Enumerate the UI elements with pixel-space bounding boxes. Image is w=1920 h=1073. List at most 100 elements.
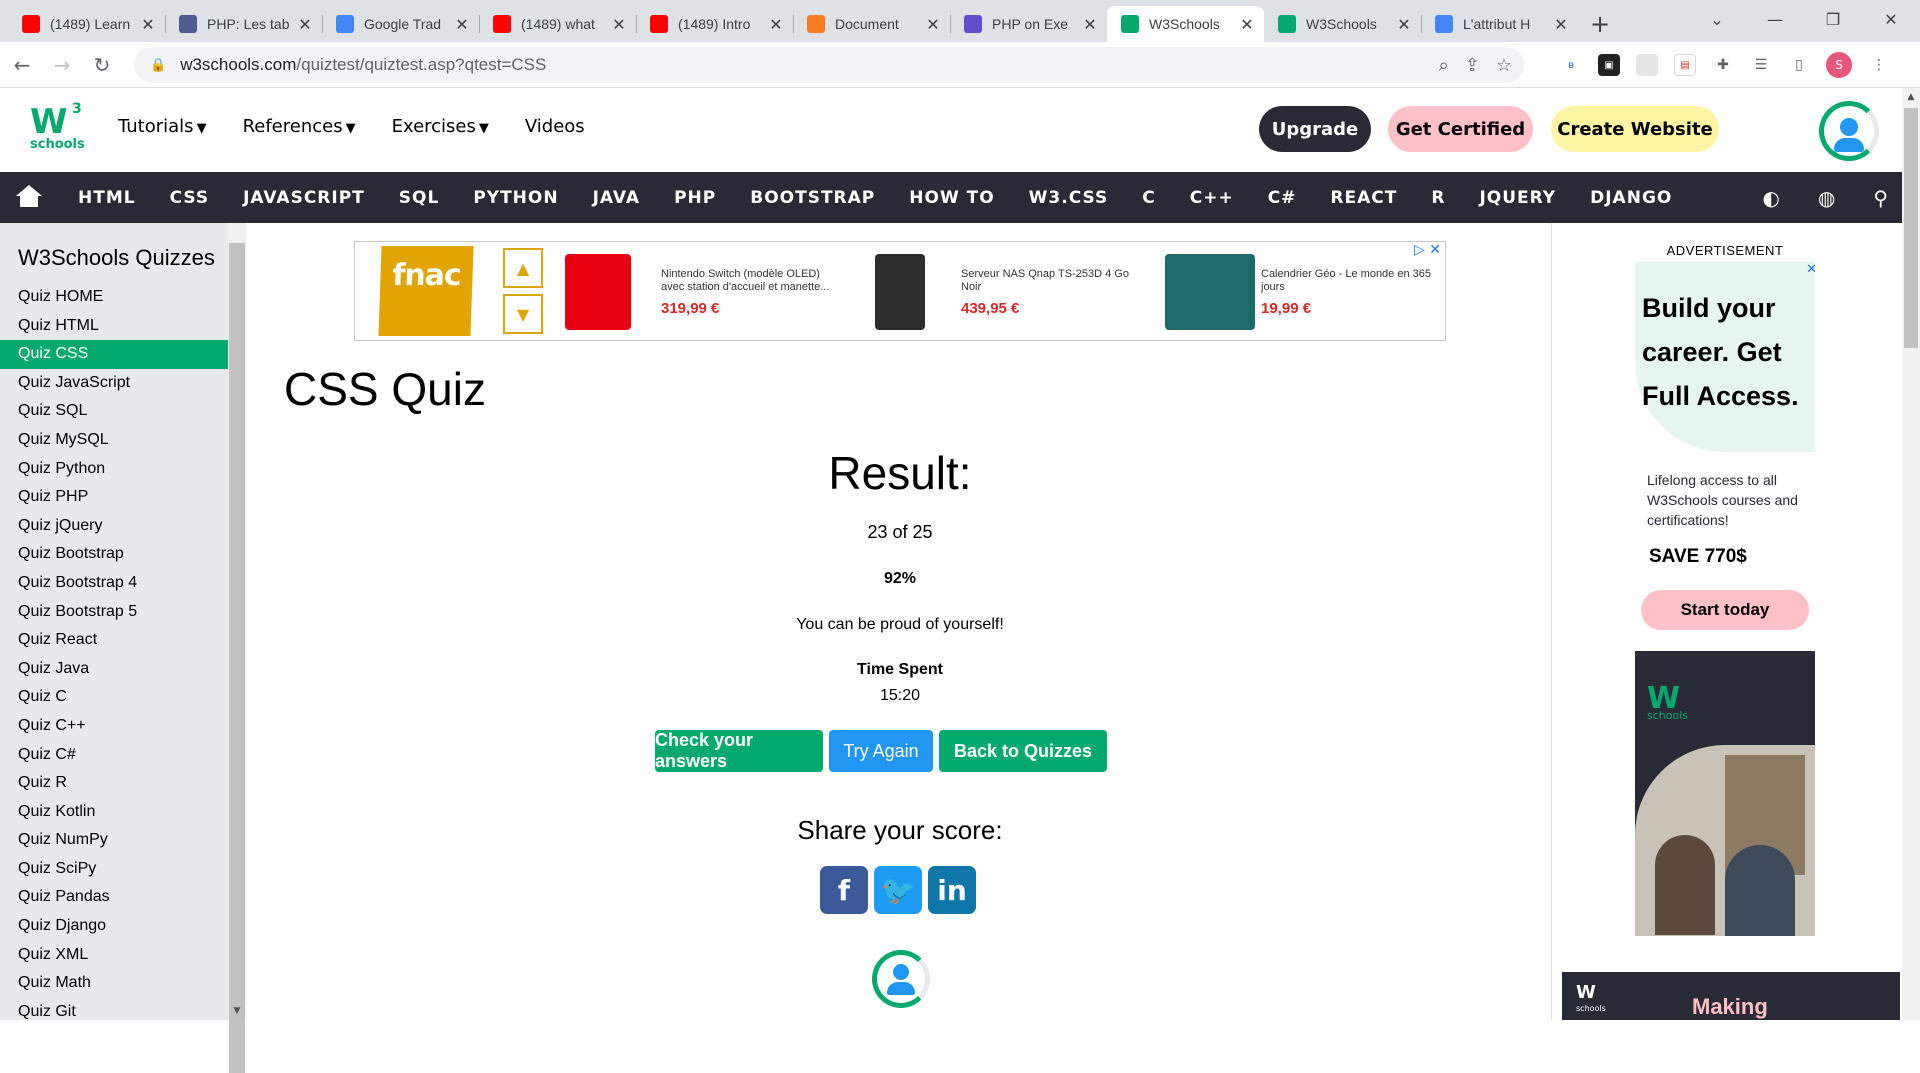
nav-item-python[interactable]: PYTHON — [456, 188, 575, 208]
sidebar-item-quiz-xml[interactable]: Quiz XML — [0, 941, 228, 970]
ad-product[interactable]: Serveur NAS Qnap TS-253D 4 Go Noir 439,9… — [865, 250, 1145, 334]
browser-tab[interactable]: PHP on Exe ✕ — [950, 6, 1107, 42]
extension-b-icon[interactable]: ʙ — [1560, 54, 1582, 76]
sidebar-item-quiz-django[interactable]: Quiz Django — [0, 912, 228, 941]
sidebar-item-quiz-html[interactable]: Quiz HTML — [0, 312, 228, 341]
url-text[interactable]: w3schools.com/quiztest/quiztest.asp?qtes… — [180, 55, 546, 75]
close-tab-icon[interactable]: ✕ — [1081, 15, 1099, 34]
nav-item-how-to[interactable]: HOW TO — [892, 188, 1011, 208]
menu-tutorials[interactable]: Tutorials ▼ — [118, 116, 207, 137]
sidebar-item-quiz-mysql[interactable]: Quiz MySQL — [0, 426, 228, 455]
nav-item-django[interactable]: DJANGO — [1573, 188, 1689, 208]
nav-item-javascript[interactable]: JAVASCRIPT — [226, 188, 382, 208]
nav-item-html[interactable]: HTML — [61, 188, 153, 208]
start-today-button[interactable]: Start today — [1641, 590, 1809, 630]
home-icon[interactable] — [16, 185, 42, 209]
bottom-promo-ad[interactable]: W schools Making — [1562, 972, 1900, 1020]
nav-item-sql[interactable]: SQL — [382, 188, 457, 208]
sidebar-item-quiz-c-[interactable]: Quiz C++ — [0, 712, 228, 741]
sidebar-item-quiz-math[interactable]: Quiz Math — [0, 969, 228, 998]
close-tab-icon[interactable]: ✕ — [924, 15, 942, 34]
browser-tab[interactable]: Google Trad ✕ — [322, 6, 479, 42]
browser-tab[interactable]: Document ✕ — [793, 6, 950, 42]
close-tab-icon[interactable]: ✕ — [296, 15, 314, 34]
nav-item-jquery[interactable]: JQUERY — [1462, 188, 1573, 208]
sidebar-item-quiz-kotlin[interactable]: Quiz Kotlin — [0, 798, 228, 827]
sidebar-item-quiz-react[interactable]: Quiz React — [0, 626, 228, 655]
check-answers-button[interactable]: Check your answers — [655, 730, 823, 772]
back-to-quizzes-button[interactable]: Back to Quizzes — [939, 730, 1107, 772]
adchoices-close-icon[interactable]: ▷ ✕ — [1414, 242, 1441, 258]
page-scrollbar[interactable]: ▲ — [1902, 88, 1920, 1020]
upgrade-button[interactable]: Upgrade — [1259, 106, 1371, 152]
browser-tab[interactable]: W3Schools ✕ — [1264, 6, 1421, 42]
user-account-icon[interactable] — [872, 950, 930, 1008]
facebook-icon[interactable]: f — [820, 866, 868, 914]
w3schools-logo[interactable]: W3 schools — [30, 101, 86, 157]
sidebar-item-quiz-java[interactable]: Quiz Java — [0, 655, 228, 684]
close-tab-icon[interactable]: ✕ — [1238, 15, 1256, 34]
nav-item-react[interactable]: REACT — [1313, 188, 1414, 208]
scroll-up-arrow-icon[interactable]: ▲ — [1902, 92, 1920, 102]
share-icon[interactable]: ⇪ — [1465, 55, 1480, 76]
sidebar-item-quiz-css[interactable]: Quiz CSS — [0, 340, 228, 369]
scroll-down-arrow-icon[interactable]: ▼ — [228, 1006, 246, 1016]
ad-product[interactable]: Nintendo Switch (modèle OLED) avec stati… — [565, 250, 845, 334]
reload-icon[interactable]: ↻ — [84, 47, 120, 83]
nav-item-php[interactable]: PHP — [657, 188, 733, 208]
nav-item-c-[interactable]: C# — [1251, 188, 1314, 208]
nav-item-c-[interactable]: C++ — [1173, 188, 1251, 208]
create-website-button[interactable]: Create Website — [1551, 106, 1719, 152]
sidebar-item-quiz-jquery[interactable]: Quiz jQuery — [0, 512, 228, 541]
reading-list-icon[interactable]: ☰ — [1750, 54, 1772, 76]
search-icon[interactable]: ⚲ — [1873, 186, 1888, 210]
close-tab-icon[interactable]: ✕ — [610, 15, 628, 34]
close-tab-icon[interactable]: ✕ — [1552, 15, 1570, 34]
sidebar-item-quiz-javascript[interactable]: Quiz JavaScript — [0, 369, 228, 398]
tab-search-icon[interactable]: ⌄ — [1688, 0, 1746, 38]
close-tab-icon[interactable]: ✕ — [767, 15, 785, 34]
sidebar-item-quiz-pandas[interactable]: Quiz Pandas — [0, 883, 228, 912]
sidebar-item-quiz-git[interactable]: Quiz Git — [0, 998, 228, 1020]
page-scroll-thumb[interactable] — [1904, 108, 1918, 348]
extensions-puzzle-icon[interactable]: ✚ — [1712, 54, 1734, 76]
linkedin-icon[interactable]: in — [928, 866, 976, 914]
nav-item-bootstrap[interactable]: BOOTSTRAP — [733, 188, 892, 208]
sidebar-item-quiz-numpy[interactable]: Quiz NumPy — [0, 826, 228, 855]
back-arrow-icon[interactable]: ← — [4, 47, 40, 83]
extension-dark-icon[interactable]: ▣ — [1598, 54, 1620, 76]
banner-ad[interactable]: fnac ▲ ▼ Nintendo Switch (modèle OLED) a… — [354, 241, 1446, 341]
sidebar-item-quiz-php[interactable]: Quiz PHP — [0, 483, 228, 512]
url-omnibox[interactable]: 🔒 w3schools.com/quiztest/quiztest.asp?qt… — [134, 47, 1524, 83]
browser-tab[interactable]: PHP: Les tab ✕ — [165, 6, 322, 42]
minimize-icon[interactable]: — — [1746, 0, 1804, 38]
sidebar-item-quiz-sql[interactable]: Quiz SQL — [0, 397, 228, 426]
menu-exercises[interactable]: Exercises ▼ — [392, 116, 489, 137]
extension-calendar-icon[interactable]: ▤ — [1674, 54, 1696, 76]
sidebar-scroll-thumb[interactable] — [229, 243, 245, 1073]
ad-close-icon[interactable]: ✕ — [1806, 262, 1817, 277]
sidebar-item-quiz-bootstrap-5[interactable]: Quiz Bootstrap 5 — [0, 598, 228, 627]
browser-tab[interactable]: (1489) Intro ✕ — [636, 6, 793, 42]
sidebar-item-quiz-bootstrap[interactable]: Quiz Bootstrap — [0, 540, 228, 569]
user-account-icon[interactable] — [1819, 101, 1879, 161]
new-tab-button[interactable]: + — [1582, 6, 1618, 42]
zoom-icon[interactable]: ⌕ — [1439, 55, 1449, 76]
ad-up-arrow-icon[interactable]: ▲ — [503, 248, 543, 288]
close-tab-icon[interactable]: ✕ — [139, 15, 157, 34]
browser-tab[interactable]: (1489) what ✕ — [479, 6, 636, 42]
nav-item-w3-css[interactable]: W3.CSS — [1012, 188, 1126, 208]
close-tab-icon[interactable]: ✕ — [453, 15, 471, 34]
menu-references[interactable]: References ▼ — [243, 116, 356, 137]
sidebar-item-quiz-python[interactable]: Quiz Python — [0, 455, 228, 484]
extension-grey-icon[interactable] — [1636, 54, 1658, 76]
forward-arrow-icon[interactable]: → — [44, 47, 80, 83]
globe-icon[interactable]: ◍ — [1818, 186, 1835, 210]
menu-videos[interactable]: Videos — [525, 116, 585, 137]
nav-item-r[interactable]: R — [1414, 188, 1462, 208]
sidebar-item-quiz-scipy[interactable]: Quiz SciPy — [0, 855, 228, 884]
close-window-icon[interactable]: ✕ — [1862, 0, 1920, 38]
nav-item-java[interactable]: JAVA — [576, 188, 658, 208]
nav-item-c[interactable]: C — [1125, 188, 1172, 208]
try-again-button[interactable]: Try Again — [829, 730, 933, 772]
